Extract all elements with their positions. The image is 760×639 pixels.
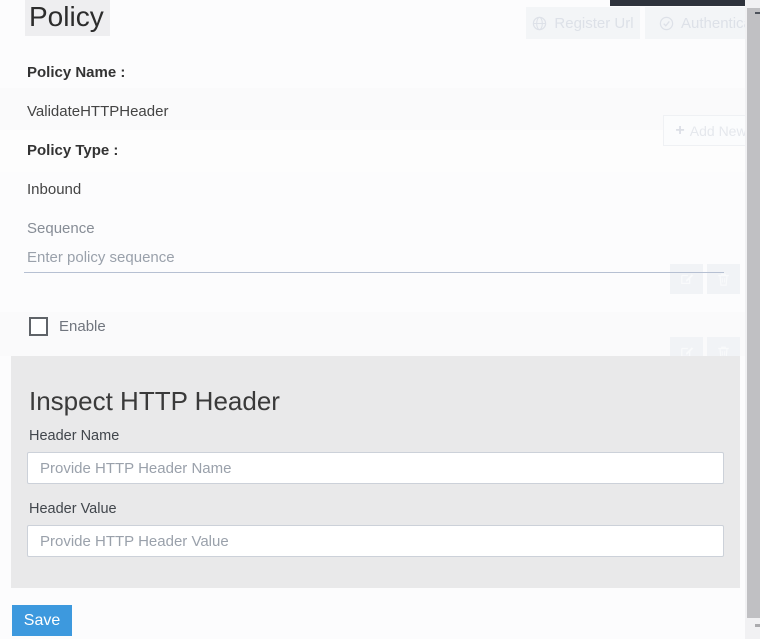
panel-title: Inspect HTTP Header [29,386,280,416]
header-value-input[interactable] [27,525,724,557]
sequence-label: Sequence [27,220,95,237]
background-stripe [0,312,745,356]
inspect-http-header-panel: Inspect HTTP Header Header Name Header V… [11,356,740,588]
authentication-button[interactable]: Authentication [645,7,758,39]
enable-label: Enable [59,318,106,335]
page-title: Policy [25,0,110,36]
trash-icon [717,272,730,286]
dark-navbar-strip [610,0,760,6]
check-circle-icon [659,16,674,31]
edit-icon [680,272,694,286]
policy-type-value: Inbound [27,181,82,198]
header-name-input[interactable] [27,452,724,484]
add-new-label: Add New [689,122,747,139]
policy-name-value: ValidateHTTPHeader [27,103,169,120]
globe-icon [532,16,547,31]
policy-page: Register Url Authentication + Add New [0,0,760,639]
scrollbar-down-arrow[interactable] [755,624,760,627]
policy-type-label: Policy Type : [27,142,119,159]
header-name-label: Header Name [29,428,120,444]
dark-dash [755,12,760,14]
register-url-label: Register Url [554,14,634,32]
scrollbar-thumb[interactable] [747,8,760,618]
sequence-input[interactable] [24,243,724,273]
header-value-label: Header Value [29,501,117,517]
enable-checkbox-row[interactable]: Enable [29,317,106,336]
save-button[interactable]: Save [12,605,72,636]
policy-name-label: Policy Name : [27,64,126,81]
register-url-button[interactable]: Register Url [526,7,640,39]
plus-icon: + [675,121,685,139]
enable-checkbox[interactable] [29,317,48,336]
